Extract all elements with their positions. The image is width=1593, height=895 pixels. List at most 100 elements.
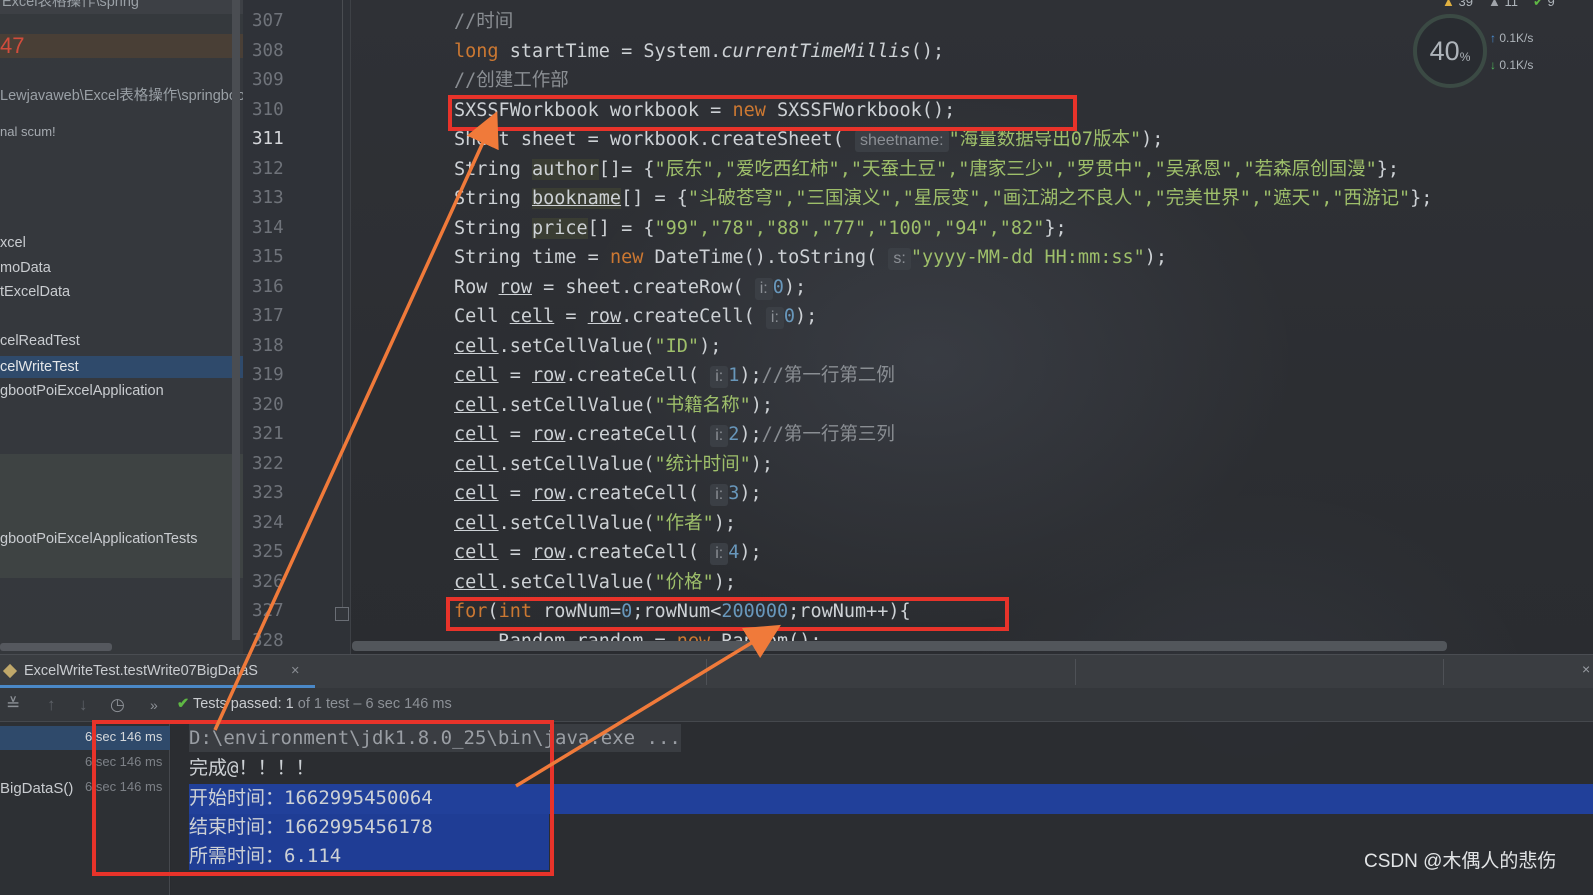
line-number: 317 bbox=[252, 306, 284, 326]
line-number: 324 bbox=[252, 513, 284, 533]
tree-item-application[interactable]: gbootPoiExcelApplication bbox=[0, 381, 164, 401]
param-hint: sheetname: bbox=[854, 130, 949, 152]
tab-run-config[interactable]: ExcelWriteTest.testWrite07BigDataS × bbox=[0, 655, 315, 688]
editor-hscrollbar[interactable] bbox=[352, 641, 1447, 651]
line-number: 307 bbox=[252, 11, 284, 31]
line-number: 315 bbox=[252, 247, 284, 267]
code-line-311: Sheet sheet = workbook.createSheet( shee… bbox=[454, 129, 1164, 152]
tree-item-excelwritetest[interactable]: celWriteTest bbox=[0, 357, 79, 377]
history-icon[interactable]: ◷ bbox=[110, 695, 125, 715]
code-line-315: String time = new DateTime().toString( s… bbox=[454, 247, 1168, 270]
code-line-323: cell = row.createCell( i: 3); bbox=[454, 483, 762, 506]
error-count: 47 bbox=[0, 33, 25, 58]
up-arrow-icon[interactable]: ↑ bbox=[47, 695, 56, 715]
code-line-312: String author[]= {"辰东","爱吃西红柿","天蚕土豆","唐… bbox=[454, 159, 1400, 180]
tab-divider bbox=[1443, 659, 1444, 685]
project-path[interactable]: Lewjavaweb\Excel表格操作\springboot bbox=[0, 86, 243, 106]
passed-check-icon: ✔ bbox=[177, 696, 190, 712]
fold-guide bbox=[342, 0, 343, 610]
sidebar-scrollbar[interactable] bbox=[232, 0, 240, 640]
line-number: 308 bbox=[252, 41, 284, 61]
net-download: ↓ 0.1K/s bbox=[1490, 58, 1534, 72]
test-status: ✔ Tests passed: 1 of 1 test – 6 sec 146 … bbox=[177, 696, 452, 712]
line-number: 319 bbox=[252, 365, 284, 385]
line-number: 313 bbox=[252, 188, 284, 208]
annotation-box-for-loop bbox=[446, 597, 1009, 631]
line-number: 325 bbox=[252, 542, 284, 562]
sidebar-highlight-strip bbox=[0, 454, 243, 578]
project-tree: Excel表格操作\spring 47 Lewjavaweb\Excel表格操作… bbox=[0, 0, 243, 654]
line-number: 321 bbox=[252, 424, 284, 444]
code-line-318: cell.setCellValue("ID"); bbox=[454, 336, 722, 357]
param-hint: i: bbox=[710, 366, 729, 388]
check-icon: ✔ bbox=[1533, 0, 1544, 9]
code-line-313: String bookname[] = {"斗破苍穹","三国演义","星辰变"… bbox=[454, 188, 1433, 209]
line-number: 316 bbox=[252, 277, 284, 297]
line-number: 323 bbox=[252, 483, 284, 503]
run-config-icon bbox=[2, 663, 18, 679]
code-line-326: cell.setCellValue("价格"); bbox=[454, 572, 737, 593]
line-number: 326 bbox=[252, 572, 284, 592]
code-line-307: //时间 bbox=[454, 11, 514, 32]
line-number: 320 bbox=[252, 395, 284, 415]
weak-warning-icon: ▲ bbox=[1488, 0, 1501, 9]
current-line-number: 311 bbox=[252, 129, 284, 149]
down-arrow-icon[interactable]: ↓ bbox=[79, 695, 88, 715]
line-number: 312 bbox=[252, 159, 284, 179]
line-number: 328 bbox=[252, 631, 284, 651]
cpu-gauge: 40% bbox=[1413, 14, 1487, 88]
download-arrow-icon: ↓ bbox=[1490, 58, 1496, 72]
param-hint: s: bbox=[888, 248, 911, 270]
run-tab-label: ExcelWriteTest.testWrite07BigDataS bbox=[24, 663, 258, 679]
param-hint: i: bbox=[754, 278, 773, 300]
param-hint: i: bbox=[710, 425, 729, 447]
param-hint: i: bbox=[710, 484, 729, 506]
upload-arrow-icon: ↑ bbox=[1490, 31, 1496, 45]
code-line-308: long startTime = System.currentTimeMilli… bbox=[454, 41, 945, 62]
line-number: 309 bbox=[252, 70, 284, 90]
code-line-325: cell = row.createCell( i: 4); bbox=[454, 542, 762, 565]
tree-item-excel[interactable]: xcel bbox=[0, 233, 26, 253]
param-hint: i: bbox=[710, 543, 729, 565]
warning-icon: ▲ bbox=[1442, 0, 1455, 9]
hide-panel-icon[interactable]: × bbox=[1582, 661, 1590, 677]
code-line-321: cell = row.createCell( i: 2);//第一行第三列 bbox=[454, 424, 895, 447]
line-number: 310 bbox=[252, 100, 284, 120]
code-line-324: cell.setCellValue("作者"); bbox=[454, 513, 737, 534]
vcs-message: nal scum! bbox=[0, 124, 56, 139]
line-number: 318 bbox=[252, 336, 284, 356]
tree-item-excelreadtest[interactable]: celReadTest bbox=[0, 331, 80, 351]
watermark: CSDN @木偶人的悲伤 bbox=[1364, 851, 1557, 872]
fold-toggle-icon[interactable] bbox=[335, 607, 349, 621]
tree-item-application-tests[interactable]: gbootPoiExcelApplicationTests bbox=[0, 529, 197, 549]
tab-divider bbox=[1075, 659, 1076, 685]
collapse-all-icon[interactable]: ≚ bbox=[6, 695, 20, 715]
close-icon[interactable]: × bbox=[291, 655, 299, 688]
sidebar-hscrollbar[interactable] bbox=[0, 643, 112, 651]
warning-counter[interactable]: ▲ 39 bbox=[1442, 0, 1473, 9]
check-counter[interactable]: ✔ 9 bbox=[1533, 0, 1555, 10]
annotation-box-workbook bbox=[448, 95, 1077, 131]
weak-warning-counter[interactable]: ▲ 11 bbox=[1488, 0, 1518, 9]
line-number: 322 bbox=[252, 454, 284, 474]
tab-divider bbox=[706, 659, 707, 685]
tree-item-testexceldata[interactable]: tExcelData bbox=[0, 282, 70, 302]
code-line-322: cell.setCellValue("统计时间"); bbox=[454, 454, 774, 475]
sidebar-error-strip bbox=[0, 34, 243, 58]
code-line-309: //创建工作部 bbox=[454, 70, 569, 91]
net-upload: ↑ 0.1K/s bbox=[1490, 31, 1534, 45]
test-method-name[interactable]: BigDataS() bbox=[0, 780, 73, 797]
annotation-box-results bbox=[92, 720, 554, 876]
run-tab-bar: ExcelWriteTest.testWrite07BigDataS × × bbox=[0, 654, 1593, 688]
tree-item-demodata[interactable]: moData bbox=[0, 258, 51, 278]
code-line-314: String price[] = {"99","78","88","77","1… bbox=[454, 218, 1067, 239]
line-number: 314 bbox=[252, 218, 284, 238]
test-toolbar: ≚ ↑ ↓ ◷ » ✔ Tests passed: 1 of 1 test – … bbox=[0, 688, 1593, 722]
project-path-header[interactable]: Excel表格操作\spring bbox=[2, 0, 139, 12]
more-icon[interactable]: » bbox=[150, 695, 158, 715]
line-number: 327 bbox=[252, 601, 284, 621]
code-line-320: cell.setCellValue("书籍名称"); bbox=[454, 395, 774, 416]
code-line-319: cell = row.createCell( i: 1);//第一行第二例 bbox=[454, 365, 895, 388]
code-line-316: Row row = sheet.createRow( i: 0); bbox=[454, 277, 807, 300]
code-line-317: Cell cell = row.createCell( i: 0); bbox=[454, 306, 818, 329]
